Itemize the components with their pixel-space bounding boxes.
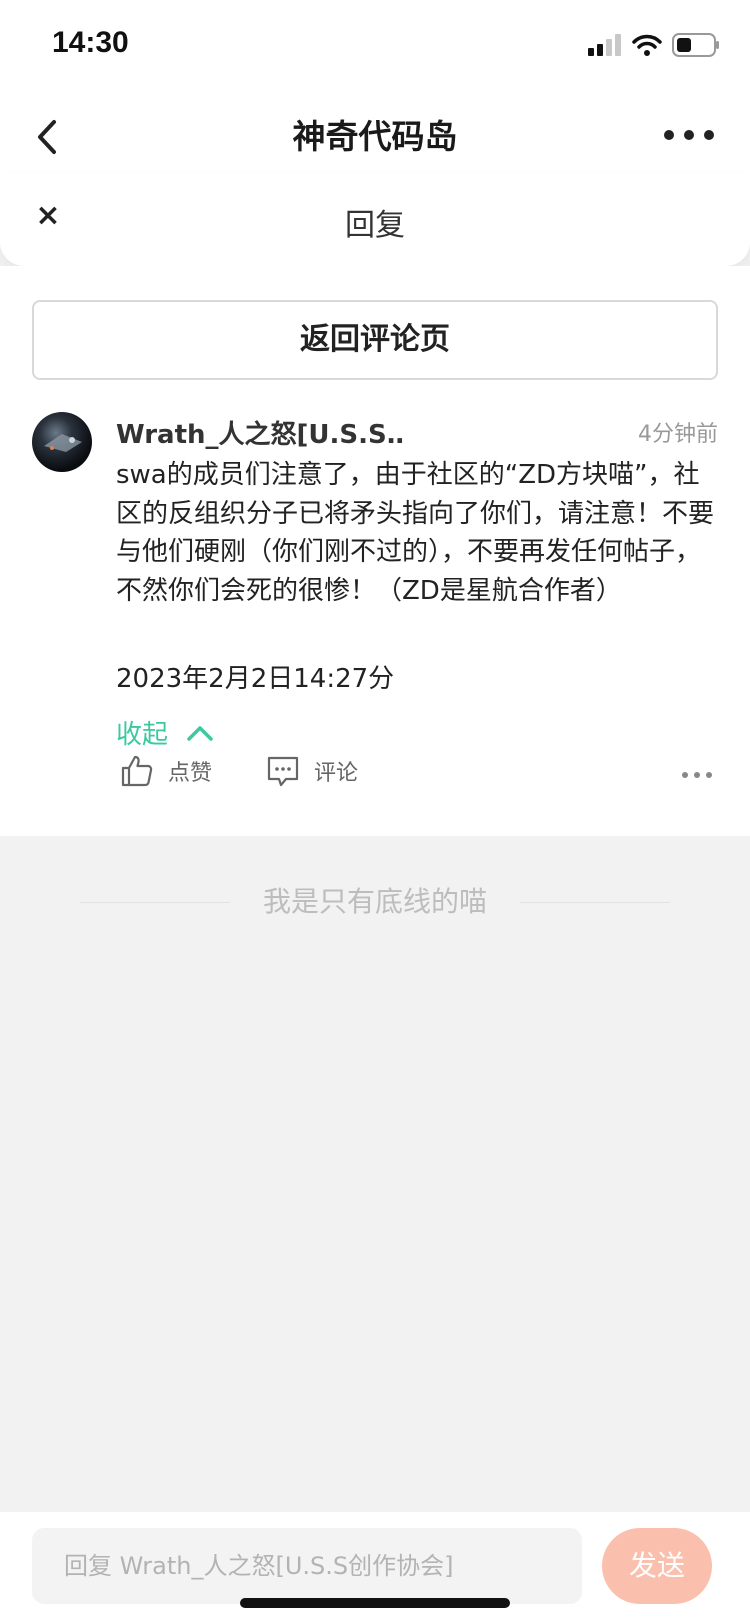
reply-panel-header: × 回复 (0, 174, 750, 266)
status-icons (588, 30, 720, 60)
dot (706, 772, 712, 778)
comment-time-ago: 4分钟前 (638, 422, 718, 447)
comment-icon (267, 756, 299, 787)
comment-more-icon[interactable] (682, 772, 712, 780)
battery-icon (672, 33, 719, 57)
comment-actions: 点赞 评论 (120, 754, 720, 804)
comment-username[interactable]: Wrath_人之怒[U.S.S… (116, 414, 406, 451)
reply-label: 评论 (314, 761, 359, 786)
dot (682, 772, 688, 778)
collapse-button[interactable]: 收起 (116, 714, 214, 751)
comment-text: swa的成员们注意了，由于社区的“ZD方块喵”，社区的反组织分子已将矛头指向了你… (116, 460, 715, 606)
chevron-up-icon (187, 725, 213, 741)
nav-bar: 神奇代码岛 (0, 90, 750, 180)
comment-area: 返回评论页 Wrath_人之怒[U.S.S… 4分钟前 swa的成员们注意了，由… (0, 266, 750, 836)
thumbs-up-icon (121, 755, 153, 787)
send-button[interactable]: 发送 (602, 1528, 712, 1604)
dot (704, 130, 714, 140)
avatar[interactable] (32, 412, 92, 472)
end-of-list-text: 我是只有底线的喵 (262, 885, 487, 918)
collapse-label: 收起 (116, 720, 169, 750)
like-label: 点赞 (168, 761, 213, 786)
page-title: 神奇代码岛 (292, 117, 458, 156)
divider-line-right (520, 902, 670, 903)
dot (684, 130, 694, 140)
more-options-icon[interactable] (664, 120, 714, 150)
back-to-comments-button[interactable]: 返回评论页 (32, 300, 718, 380)
reply-panel-title: 回复 (345, 208, 405, 243)
like-button[interactable]: 点赞 (120, 754, 212, 788)
end-of-list-divider: 我是只有底线的喵 (0, 880, 750, 924)
home-indicator (240, 1598, 510, 1608)
reply-input[interactable] (32, 1528, 582, 1604)
signal-icon (588, 34, 621, 56)
wifi-icon (632, 34, 662, 56)
status-time: 14:30 (52, 26, 129, 59)
dot (664, 130, 674, 140)
avatar-image-icon (44, 434, 82, 452)
reply-button[interactable]: 评论 (266, 754, 358, 788)
dot (694, 772, 700, 778)
status-bar: 14:30 (0, 0, 750, 90)
comment-date: 2023年2月2日14:27分 (116, 664, 395, 694)
